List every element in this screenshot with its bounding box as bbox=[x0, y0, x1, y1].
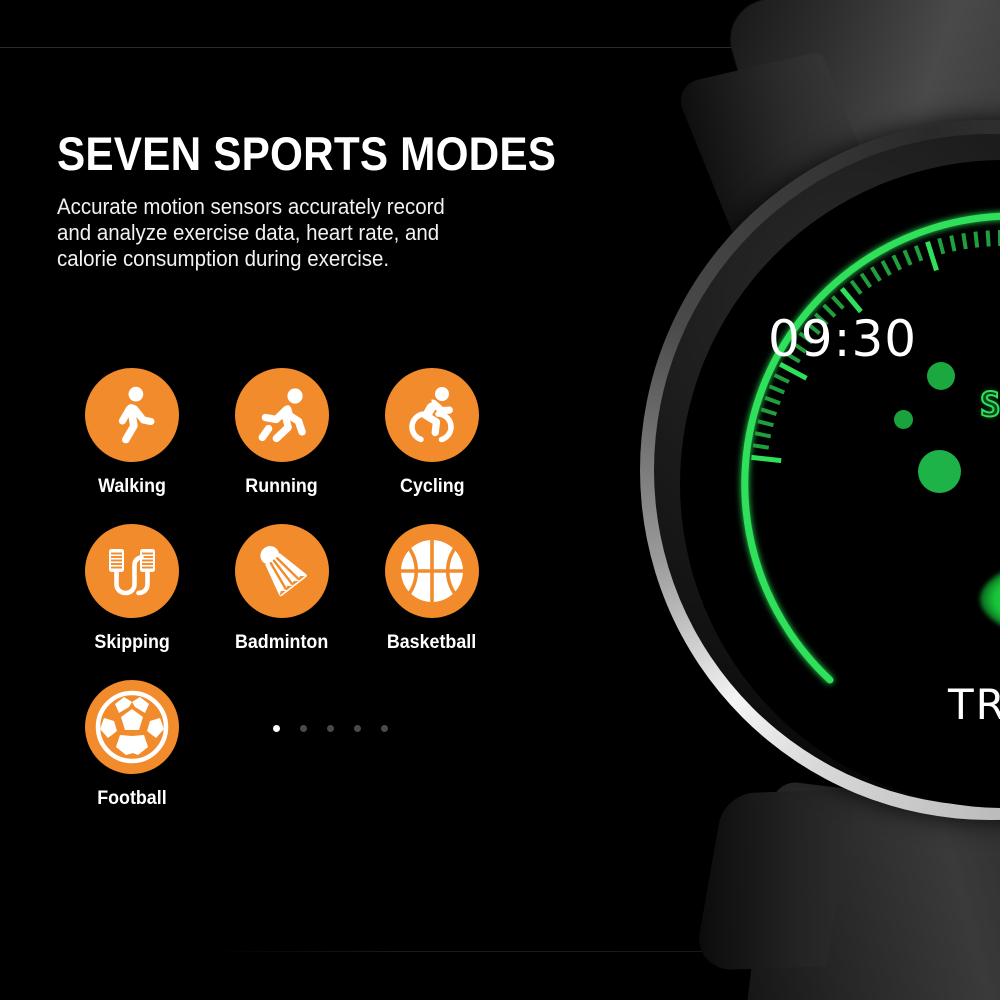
decor-dot-3 bbox=[918, 450, 961, 493]
sports-modes-grid: Walking Running Cycling Skipping Badmint… bbox=[57, 368, 507, 810]
watch-bezel: 09:30 SPORT bbox=[654, 134, 1000, 808]
decor-dot-2 bbox=[894, 410, 913, 429]
pagination-dot-2[interactable] bbox=[300, 725, 307, 732]
sport-item-walking[interactable]: Walking bbox=[57, 368, 207, 498]
football-icon bbox=[85, 680, 179, 774]
carousel-pagination[interactable] bbox=[273, 725, 388, 732]
watch-screen[interactable]: 09:30 SPORT bbox=[680, 160, 1000, 808]
sport-label: Badminton bbox=[235, 632, 329, 653]
page-title: SEVEN SPORTS MODES bbox=[57, 127, 557, 180]
watch-time: 09:30 bbox=[768, 310, 918, 368]
sport-label: Cycling bbox=[399, 476, 465, 497]
sport-label: Basketball bbox=[387, 632, 477, 653]
sports-row-3: Football bbox=[57, 680, 507, 810]
watch-status-label: TRAINING bbox=[948, 680, 1000, 729]
sports-row-2: Skipping Badminton Basketball bbox=[57, 524, 507, 654]
cycling-icon bbox=[385, 368, 479, 462]
pagination-dot-3[interactable] bbox=[327, 725, 334, 732]
pagination-dot-4[interactable] bbox=[354, 725, 361, 732]
sport-label: Football bbox=[97, 788, 167, 809]
sport-label: Skipping bbox=[94, 632, 170, 653]
running-icon bbox=[235, 368, 329, 462]
promo-banner: SEVEN SPORTS MODES Accurate motion senso… bbox=[0, 0, 1000, 1000]
basketball-icon bbox=[385, 524, 479, 618]
sport-item-football[interactable]: Football bbox=[57, 680, 207, 810]
shuttlecock-icon bbox=[235, 524, 329, 618]
pagination-dot-5[interactable] bbox=[381, 725, 388, 732]
smartwatch-product-image: 09:30 SPORT bbox=[560, 0, 1000, 1000]
page-subtitle: Accurate motion sensors accurately recor… bbox=[57, 194, 445, 271]
sports-row-1: Walking Running Cycling bbox=[57, 368, 507, 498]
sport-label: Walking bbox=[98, 476, 166, 497]
sport-item-cycling[interactable]: Cycling bbox=[357, 368, 507, 498]
sport-item-running[interactable]: Running bbox=[207, 368, 357, 498]
walking-icon bbox=[85, 368, 179, 462]
decor-dot-1 bbox=[927, 362, 955, 390]
watch-mode-label: SPORT bbox=[979, 384, 1000, 426]
sport-item-badminton[interactable]: Badminton bbox=[207, 524, 357, 654]
sport-label: Running bbox=[245, 476, 319, 497]
pagination-dot-1[interactable] bbox=[273, 725, 280, 732]
sport-item-skipping[interactable]: Skipping bbox=[57, 524, 207, 654]
jump-rope-icon bbox=[85, 524, 179, 618]
watch-case: 09:30 SPORT bbox=[640, 120, 1000, 820]
sport-item-basketball[interactable]: Basketball bbox=[357, 524, 507, 654]
